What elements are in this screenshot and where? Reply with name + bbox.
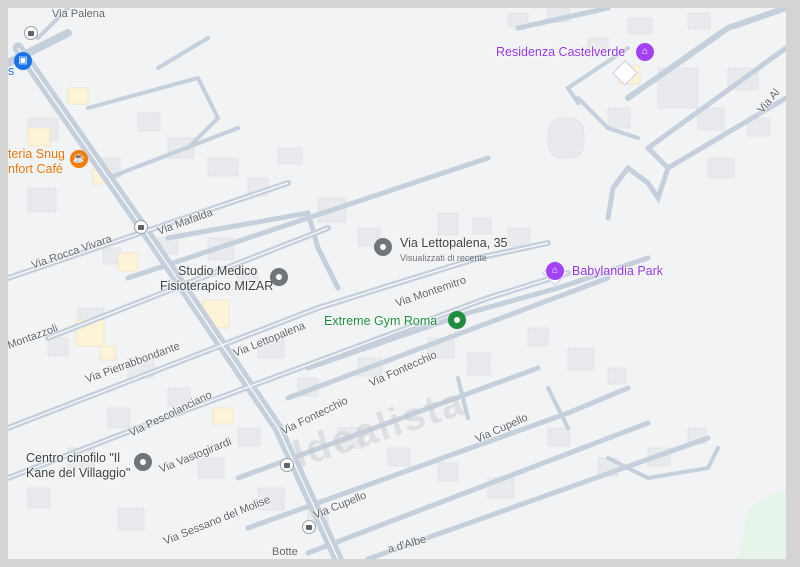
map-canvas[interactable]: Idealista Via Palena Via Rocca Vivara Vi… <box>8 8 786 559</box>
poi-label-extreme-gym[interactable]: Extreme Gym Roma <box>324 314 437 328</box>
poi-label-snug-cafe-line2[interactable]: nfort Café <box>8 162 63 176</box>
street-label-via-palena: Via Palena <box>52 8 106 20</box>
poi-label-studio-medico-line1[interactable]: Studio Medico <box>178 264 257 278</box>
poi-label-studio-medico-line2[interactable]: Fisioterapico MIZAR <box>160 279 273 293</box>
shopping-bag-icon[interactable]: ▣ <box>14 52 32 70</box>
park-icon[interactable]: ⌂ <box>546 262 564 280</box>
street-label-botte: Botte <box>272 546 298 558</box>
location-pin-icon[interactable] <box>270 268 288 286</box>
poi-sublabel-recent: Visualizzati di recente <box>400 253 487 263</box>
location-pin-icon[interactable] <box>374 238 392 256</box>
bus-stop-icon[interactable] <box>280 458 294 472</box>
bus-stop-icon[interactable] <box>302 520 316 534</box>
park-area <box>738 488 786 559</box>
poi-label-centro-cinofilo-line2[interactable]: Kane del Villaggio" <box>26 466 130 480</box>
bus-stop-icon[interactable] <box>24 26 38 40</box>
poi-label-residenza-castelverde[interactable]: Residenza Castelverde <box>496 45 625 59</box>
bus-stop-icon[interactable] <box>134 220 148 234</box>
poi-label-via-lettopalena-35[interactable]: Via Lettopalena, 35 <box>400 236 508 250</box>
poi-label-centro-cinofilo-line1[interactable]: Centro cinofilo "Il <box>26 451 120 465</box>
coffee-icon[interactable]: ☕ <box>70 150 88 168</box>
gym-icon[interactable] <box>448 311 466 329</box>
location-pin-icon[interactable] <box>134 453 152 471</box>
road-centerlines <box>8 47 569 559</box>
poi-label-babylandia-park[interactable]: Babylandia Park <box>572 264 663 278</box>
screenshot-frame: Idealista Via Palena Via Rocca Vivara Vi… <box>0 0 800 567</box>
poi-label-snug-cafe-line1[interactable]: teria Snug <box>8 147 65 161</box>
hotel-icon[interactable]: ⌂ <box>636 43 654 61</box>
poi-label-shop-partial[interactable]: s <box>8 64 14 78</box>
